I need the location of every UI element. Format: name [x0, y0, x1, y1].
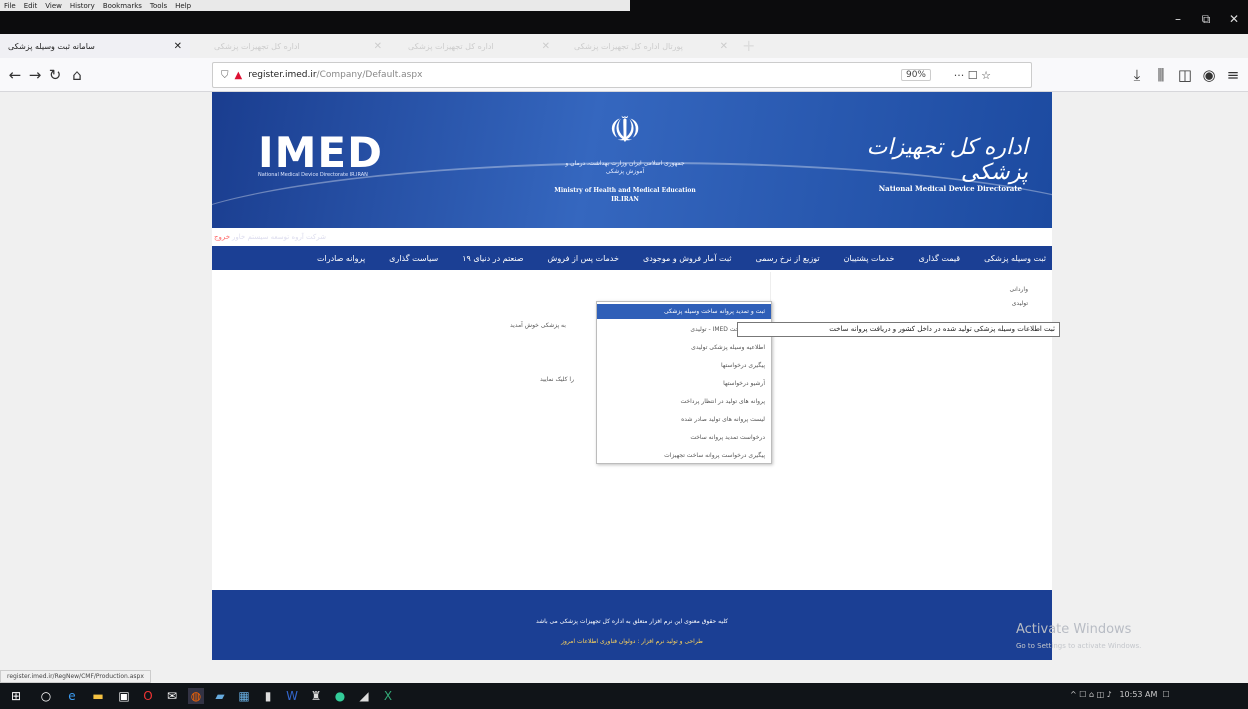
account-icon[interactable]: ◉ — [1198, 66, 1220, 84]
downloads-icon[interactable]: ⤓ — [1126, 66, 1148, 84]
dropdown-item[interactable]: آرشیو درخواستها — [601, 376, 765, 391]
menu-help[interactable]: Help — [175, 2, 191, 10]
app-icon[interactable]: ◢ — [356, 688, 372, 704]
activate-windows-title: Activate Windows — [1016, 622, 1132, 637]
forward-icon[interactable]: → — [24, 66, 46, 84]
copyright-text: کلیه حقوق معنوی این نرم افزار متعلق به ا… — [535, 618, 729, 625]
nav-item[interactable]: سیاست گذاری — [389, 254, 438, 263]
dropdown-item[interactable]: پیگیری درخواست پروانه ساخت تجهیزات — [601, 448, 765, 463]
nav-item[interactable]: قیمت گذاری — [918, 254, 960, 263]
folder-icon[interactable]: ▬ — [90, 688, 106, 704]
close-icon[interactable]: ✕ — [374, 41, 382, 52]
sidebar-icon[interactable]: ◫ — [1174, 66, 1196, 84]
tab-label: سامانه ثبت وسیله پزشکی — [8, 41, 95, 51]
hamburger-menu-icon[interactable]: ≡ — [1222, 66, 1244, 84]
nav-item[interactable]: خدمات پشتیبان — [844, 254, 895, 263]
dropdown-item-highlighted[interactable]: ثبت و تمدید پروانه ساخت وسیله پزشکی — [597, 304, 771, 319]
developer-link[interactable]: طراحی و تولید نرم افزار : دولوان فناوری … — [212, 638, 1052, 645]
tab[interactable]: اداره کل تجهیزات پزشکی ✕ — [400, 34, 558, 58]
edge-icon[interactable]: e — [64, 688, 80, 704]
site-footer: کلیه حقوق معنوی این نرم افزار متعلق به ا… — [212, 590, 1052, 660]
dropdown-item[interactable]: اطلاعیه وسیله پزشکی تولیدی — [601, 340, 765, 355]
search-icon[interactable]: ○ — [38, 688, 54, 704]
menu-view[interactable]: View — [45, 2, 62, 10]
app-icon[interactable]: ▦ — [236, 688, 252, 704]
nav-item[interactable]: خدمات پس از فروش — [548, 254, 619, 263]
excel-icon[interactable]: X — [380, 688, 396, 704]
close-icon[interactable]: ✕ — [542, 41, 550, 52]
app-icon[interactable]: ▮ — [260, 688, 276, 704]
url-text: register.imed.ir/Company/Default.aspx — [248, 70, 423, 80]
app-icon[interactable]: ▰ — [212, 688, 228, 704]
status-url: register.imed.ir/RegNew/CMF/Production.a… — [0, 670, 151, 683]
imed-logo[interactable]: IMED — [258, 128, 383, 177]
company-name: شرکت آروه توسعه سیستم خاور — [232, 233, 326, 241]
tab[interactable]: اداره کل تجهیزات پزشکی ✕ — [206, 34, 390, 58]
tab-label: پورتال اداره کل تجهیزات پزشکی — [574, 41, 683, 51]
iran-emblem-icon: ☫ — [608, 110, 642, 151]
menu-bookmarks[interactable]: Bookmarks — [103, 2, 142, 10]
menu-edit[interactable]: Edit — [24, 2, 38, 10]
menu-history[interactable]: History — [70, 2, 95, 10]
zoom-level[interactable]: 90% — [900, 69, 931, 81]
shield-icon[interactable]: ⛉ — [221, 70, 229, 81]
nav-item[interactable]: صنعتم در دنیای ۱۹ — [462, 254, 523, 263]
page-actions-icon[interactable]: ··· ☐ ☆ — [954, 69, 991, 82]
brand-title-fa: اداره کل تجهیزات پزشکی — [866, 135, 1028, 185]
reload-icon[interactable]: ↻ — [44, 66, 66, 84]
dropdown-item[interactable]: لیست پروانه های تولید صادر شده — [601, 412, 765, 427]
menu-bar: File Edit View History Bookmarks Tools H… — [0, 0, 630, 11]
start-icon[interactable]: ⊞ — [8, 688, 24, 704]
dropdown-item[interactable]: پیگیری درخواستها — [601, 358, 765, 373]
url-bar[interactable]: ⛉ ▲ register.imed.ir/Company/Default.asp… — [212, 62, 1032, 88]
submenu-item[interactable]: واردانی — [1010, 286, 1028, 293]
firefox-icon[interactable]: ◍ — [188, 688, 204, 704]
clock[interactable]: 10:53 AM — [1119, 690, 1157, 699]
menu-tools[interactable]: Tools — [150, 2, 167, 10]
instruction-text: را کلیک نمایید — [540, 376, 574, 383]
minimize-button[interactable]: – — [1168, 12, 1188, 26]
nav-item[interactable]: توزیع از نرخ رسمی — [755, 254, 819, 263]
tab-label: اداره کل تجهیزات پزشکی — [408, 41, 494, 51]
tab[interactable]: پورتال اداره کل تجهیزات پزشکی ✕ — [566, 34, 736, 58]
word-icon[interactable]: W — [284, 688, 300, 704]
notifications-icon[interactable]: ☐ — [1163, 690, 1170, 699]
tray-icons[interactable]: ^ ☐ ⌂ ◫ ♪ — [1070, 690, 1112, 699]
submenu-panel: واردانی تولیدی — [770, 272, 1032, 320]
tooltip: ثبت اطلاعات وسیله پزشکی تولید شده در داخ… — [737, 322, 1060, 337]
dropdown-item[interactable]: پروانه های تولید در انتظار پرداخت — [601, 394, 766, 409]
menu-file[interactable]: File — [4, 2, 16, 10]
ministry-name-en: Ministry of Health and Medical Education… — [554, 187, 696, 203]
ministry-name-fa: جمهوری اسلامی ایران وزارت بهداشت، درمان … — [565, 160, 685, 175]
library-icon[interactable]: ⫼ — [1150, 66, 1172, 84]
welcome-text: به پزشکی خوش آمدید — [510, 322, 566, 329]
system-tray[interactable]: ^ ☐ ⌂ ◫ ♪ 10:53 AM ☐ — [1070, 690, 1170, 699]
new-tab-button[interactable]: + — [742, 36, 755, 55]
app-icon[interactable]: ● — [332, 688, 348, 704]
tab-label: اداره کل تجهیزات پزشکی — [214, 41, 300, 51]
main-nav: ثبت وسیله پزشکی قیمت گذاری خدمات پشتیبان… — [212, 246, 1052, 270]
tab-active[interactable]: سامانه ثبت وسیله پزشکی ✕ — [0, 34, 190, 58]
home-icon[interactable]: ⌂ — [66, 66, 88, 84]
logout-link[interactable]: خروج — [214, 233, 230, 241]
close-window-button[interactable]: ✕ — [1224, 12, 1244, 26]
nav-item[interactable]: پروانه صادرات — [317, 254, 365, 263]
store-icon[interactable]: ▣ — [116, 688, 132, 704]
mail-icon[interactable]: ✉ — [164, 688, 180, 704]
opera-icon[interactable]: O — [140, 688, 156, 704]
submenu-item[interactable]: تولیدی — [1012, 300, 1028, 307]
activate-windows-subtitle: Go to Settings to activate Windows. — [1016, 642, 1142, 650]
maximize-button[interactable]: ⧉ — [1196, 12, 1216, 27]
close-icon[interactable]: ✕ — [720, 41, 728, 52]
close-icon[interactable]: ✕ — [174, 41, 182, 52]
dropdown-item[interactable]: درخواست تمدید پروانه ساخت — [601, 430, 765, 445]
brand-title-en: National Medical Device Directorate — [878, 184, 1022, 193]
back-icon[interactable]: ← — [4, 66, 26, 84]
logo-subtitle: National Medical Device Directorate IR.I… — [258, 172, 368, 178]
lock-icon: ▲ — [234, 69, 243, 81]
nav-item[interactable]: ثبت آمار فروش و موجودی — [643, 254, 732, 263]
app-icon[interactable]: ♜ — [308, 688, 324, 704]
nav-item[interactable]: ثبت وسیله پزشکی — [984, 254, 1046, 263]
